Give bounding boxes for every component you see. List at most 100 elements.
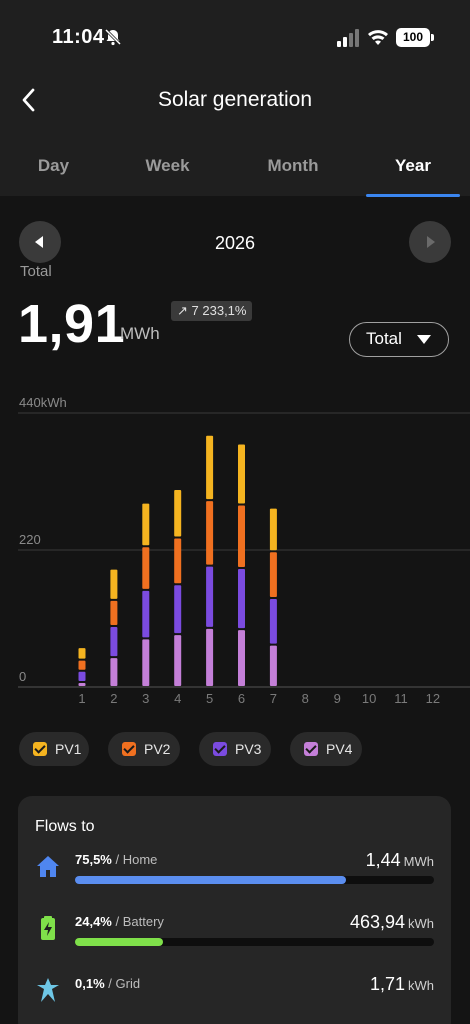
flow-amount: 1,44 — [365, 850, 401, 870]
legend-label: PV3 — [235, 741, 262, 757]
flow-name: Grid — [115, 976, 141, 991]
active-tab-indicator — [366, 194, 460, 197]
bell-off-icon — [104, 28, 122, 46]
grid-tower-icon — [37, 978, 59, 1002]
x-tick-label: 12 — [426, 691, 440, 706]
flow-unit: MWh — [403, 854, 434, 869]
flow-percent: 24,4% / Battery — [75, 914, 164, 929]
tab-year[interactable]: Year — [366, 156, 460, 196]
bar-segment-pv3 — [269, 598, 277, 644]
bar-segment-pv3 — [78, 671, 86, 682]
status-time: 11:04 — [52, 26, 105, 48]
legend-label: PV2 — [144, 741, 171, 757]
legend-label: PV4 — [326, 741, 353, 757]
flow-value: 463,94 kWh — [350, 912, 434, 933]
flows-card: Flows to 75,5% / Home 1,44 MWh 24,4% / Ba… — [18, 796, 451, 1024]
flow-amount: 1,71 — [369, 974, 405, 994]
x-tick-label: 5 — [206, 691, 213, 706]
x-tick-label: 9 — [334, 691, 341, 706]
bar-segment-pv1 — [238, 444, 245, 504]
bar-segment-pv4 — [238, 630, 245, 686]
bar-segment-pv4 — [269, 645, 277, 686]
bar-segment-pv3 — [110, 626, 118, 657]
bar-segment-pv1 — [174, 489, 182, 537]
tab-day[interactable]: Day — [0, 156, 107, 196]
generation-bar-chart: 0220440kWh1 2 3 4 5 6 7 8 9 10 11 12 — [18, 395, 470, 706]
x-tick-label: 3 — [142, 691, 149, 706]
bar-segment-pv2 — [238, 505, 245, 568]
flow-progress-fill — [75, 876, 347, 884]
flow-unit: kWh — [408, 916, 434, 931]
tab-week[interactable]: Week — [107, 156, 228, 196]
status-bar: 11:04 100 — [0, 0, 470, 64]
battery-charging-icon — [41, 916, 55, 940]
checkbox-icon — [122, 742, 136, 756]
source-filter-dropdown[interactable]: Total — [349, 322, 449, 357]
next-year-button[interactable] — [409, 221, 451, 263]
flow-progress-track — [75, 938, 434, 946]
bar-segment-pv1 — [110, 569, 118, 599]
flow-progress-track — [75, 876, 434, 884]
tab-month[interactable]: Month — [228, 156, 358, 196]
total-unit: MWh — [120, 324, 160, 343]
y-tick-label: 220 — [19, 532, 41, 547]
bar-segment-pv3 — [174, 585, 182, 634]
flow-name: Battery — [122, 914, 164, 929]
header: Solar generation Day Week Month Year — [0, 64, 470, 197]
bar-segment-pv1 — [206, 435, 214, 500]
bar-segment-pv2 — [110, 600, 118, 625]
flow-percent-value: 24,4% — [75, 914, 112, 929]
bar-segment-pv2 — [174, 538, 182, 584]
source-filter-value: Total — [366, 329, 402, 348]
flow-row-battery[interactable]: 24,4% / Battery 463,94 kWh — [18, 912, 451, 964]
page-title: Solar generation — [157, 88, 313, 111]
flow-percent: 0,1% / Grid — [75, 976, 141, 991]
flow-percent-value: 0,1% — [75, 976, 105, 991]
y-tick-label: 440kWh — [19, 395, 67, 410]
period-tabs: Day Week Month Year — [0, 156, 470, 196]
bar-segment-pv2 — [142, 547, 150, 589]
caret-down-icon — [417, 335, 431, 344]
battery-indicator: 100 — [396, 28, 434, 47]
bar-segment-pv4 — [78, 683, 86, 686]
total-label: Total — [20, 263, 52, 280]
legend-pv4[interactable]: PV4 — [290, 732, 362, 766]
bar-segment-pv4 — [174, 635, 182, 686]
trend-badge: ↗ 7 233,1% — [171, 301, 253, 321]
x-tick-label: 4 — [174, 691, 181, 706]
flow-row-grid[interactable]: 0,1% / Grid 1,71 kWh — [18, 974, 451, 1024]
x-tick-label: 1 — [78, 691, 85, 706]
bar-segment-pv4 — [206, 628, 214, 686]
flow-row-home[interactable]: 75,5% / Home 1,44 MWh — [18, 850, 451, 902]
flow-value: 1,71 kWh — [370, 974, 434, 995]
bar-segment-pv1 — [78, 648, 86, 659]
x-tick-label: 6 — [238, 691, 245, 706]
x-tick-label: 11 — [394, 691, 408, 706]
trend-value: 7 233,1% — [191, 303, 247, 318]
x-tick-label: 2 — [110, 691, 117, 706]
legend-pv2[interactable]: PV2 — [108, 732, 180, 766]
legend-label: PV1 — [55, 741, 82, 757]
flows-title: Flows to — [35, 818, 95, 835]
bar-segment-pv2 — [269, 552, 277, 597]
bar-segment-pv3 — [142, 590, 150, 638]
x-tick-label: 7 — [270, 691, 277, 706]
bar-segment-pv4 — [110, 658, 118, 686]
bar-segment-pv4 — [142, 639, 150, 686]
x-tick-label: 8 — [302, 691, 309, 706]
checkbox-icon — [213, 742, 227, 756]
flow-amount: 463,94 — [349, 912, 405, 932]
signal-icon — [337, 29, 359, 47]
flow-value: 1,44 MWh — [366, 850, 434, 871]
bar-segment-pv1 — [142, 503, 150, 546]
year-label: 2026 — [214, 233, 256, 253]
bar-segment-pv3 — [238, 569, 245, 629]
triangle-right-icon — [427, 236, 435, 248]
bar-segment-pv2 — [78, 660, 86, 670]
legend-pv3[interactable]: PV3 — [199, 732, 271, 766]
legend-pv1[interactable]: PV1 — [19, 732, 89, 766]
bar-segment-pv1 — [269, 508, 277, 551]
flow-percent: 75,5% / Home — [75, 852, 158, 867]
arrow-up-right-icon: ↗ — [177, 303, 188, 318]
flow-name: Home — [122, 852, 158, 867]
